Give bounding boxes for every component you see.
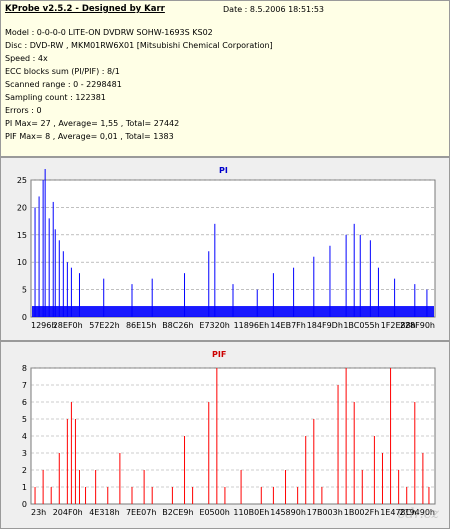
- x-tick-label: E7320h: [199, 321, 229, 330]
- x-tick-label: B8C26h: [162, 321, 193, 330]
- y-tick-label: 2: [22, 466, 27, 475]
- watermark: cdr.cz: [397, 506, 439, 522]
- y-tick-label: 10: [17, 258, 27, 267]
- x-tick-label: 28EF0h: [53, 321, 83, 330]
- info-range: Scanned range : 0 - 2298481: [5, 80, 122, 89]
- x-tick-label: 110B0Eh: [233, 508, 269, 517]
- info-pif-summary: PIF Max= 8 , Average= 0,01 , Total= 1383: [5, 132, 174, 141]
- x-tick-label: 228F90h: [400, 321, 435, 330]
- app-title: KProbe v2.5.2 - Designed by Karr: [5, 4, 165, 14]
- x-tick-label: 1BC055h: [343, 321, 379, 330]
- x-tick-label: 4E318h: [89, 508, 119, 517]
- info-disc: Disc : DVD-RW , MKM01RW6X01 [Mitsubishi …: [5, 41, 273, 50]
- y-tick-label: 1: [22, 483, 27, 492]
- y-tick-label: 8: [22, 364, 27, 373]
- y-tick-label: 5: [22, 286, 27, 295]
- info-sampling: Sampling count : 122381: [5, 93, 106, 102]
- info-pi-summary: PI Max= 27 , Average= 1,55 , Total= 2744…: [5, 119, 180, 128]
- y-tick-label: 0: [22, 500, 27, 509]
- y-tick-label: 25: [17, 176, 27, 185]
- pif-chart-title: PIF: [212, 350, 227, 359]
- info-ecc: ECC blocks sum (PI/PIF) : 8/1: [5, 67, 120, 76]
- x-tick-label: E0500h: [199, 508, 229, 517]
- x-tick-label: 7EE07h: [126, 508, 156, 517]
- scan-date: Date : 8.5.2006 18:51:53: [223, 5, 324, 14]
- pi-chart-title: PI: [219, 166, 228, 175]
- x-tick-label: 23h: [31, 508, 46, 517]
- x-tick-label: 184F9Dh: [307, 321, 343, 330]
- pif-chart-panel: PIF 0 1 2 3 4 5 6 7 8 23h 204F0h 4E318h 7EE07h B2CE9h…: [0, 341, 450, 529]
- x-tick-label: 1B002Fh: [344, 508, 380, 517]
- y-tick-label: 6: [22, 398, 27, 407]
- x-tick-label: 204F0h: [53, 508, 83, 517]
- pif-chart: 0 1 2 3 4 5 6 7 8 23h 204F0h 4E318h 7EE07h B2CE9h E050…: [22, 364, 436, 517]
- info-panel: KProbe v2.5.2 - Designed by Karr Date : …: [0, 0, 450, 157]
- y-tick-label: 4: [22, 432, 27, 441]
- y-tick-label: 5: [22, 415, 27, 424]
- x-tick-label: 17B003h: [307, 508, 343, 517]
- x-tick-label: 57E22h: [89, 321, 119, 330]
- pi-chart-panel: PI 0 5 10 15 20 25 1296h 28EF0h 57E22h 86E15h B8C2…: [0, 157, 450, 341]
- x-tick-label: 14EB7Fh: [270, 321, 305, 330]
- info-errors: Errors : 0: [5, 106, 42, 115]
- x-tick-label: B2CE9h: [162, 508, 193, 517]
- y-tick-label: 20: [17, 203, 27, 212]
- y-tick-label: 0: [22, 313, 27, 322]
- y-tick-label: 7: [22, 381, 27, 390]
- y-tick-label: 3: [22, 449, 27, 458]
- info-model: Model : 0-0-0-0 LITE-ON DVDRW SOHW-1693S…: [5, 28, 213, 37]
- pi-chart: 05101520251296h28EF0h 57E22h 86E15h B8C26h E…: [17, 169, 436, 330]
- x-tick-label: 86E15h: [126, 321, 156, 330]
- y-tick-label: 15: [17, 231, 27, 240]
- x-tick-label: 145890h: [270, 508, 306, 517]
- info-speed: Speed : 4x: [5, 54, 48, 63]
- x-tick-label: 11896Eh: [234, 321, 270, 330]
